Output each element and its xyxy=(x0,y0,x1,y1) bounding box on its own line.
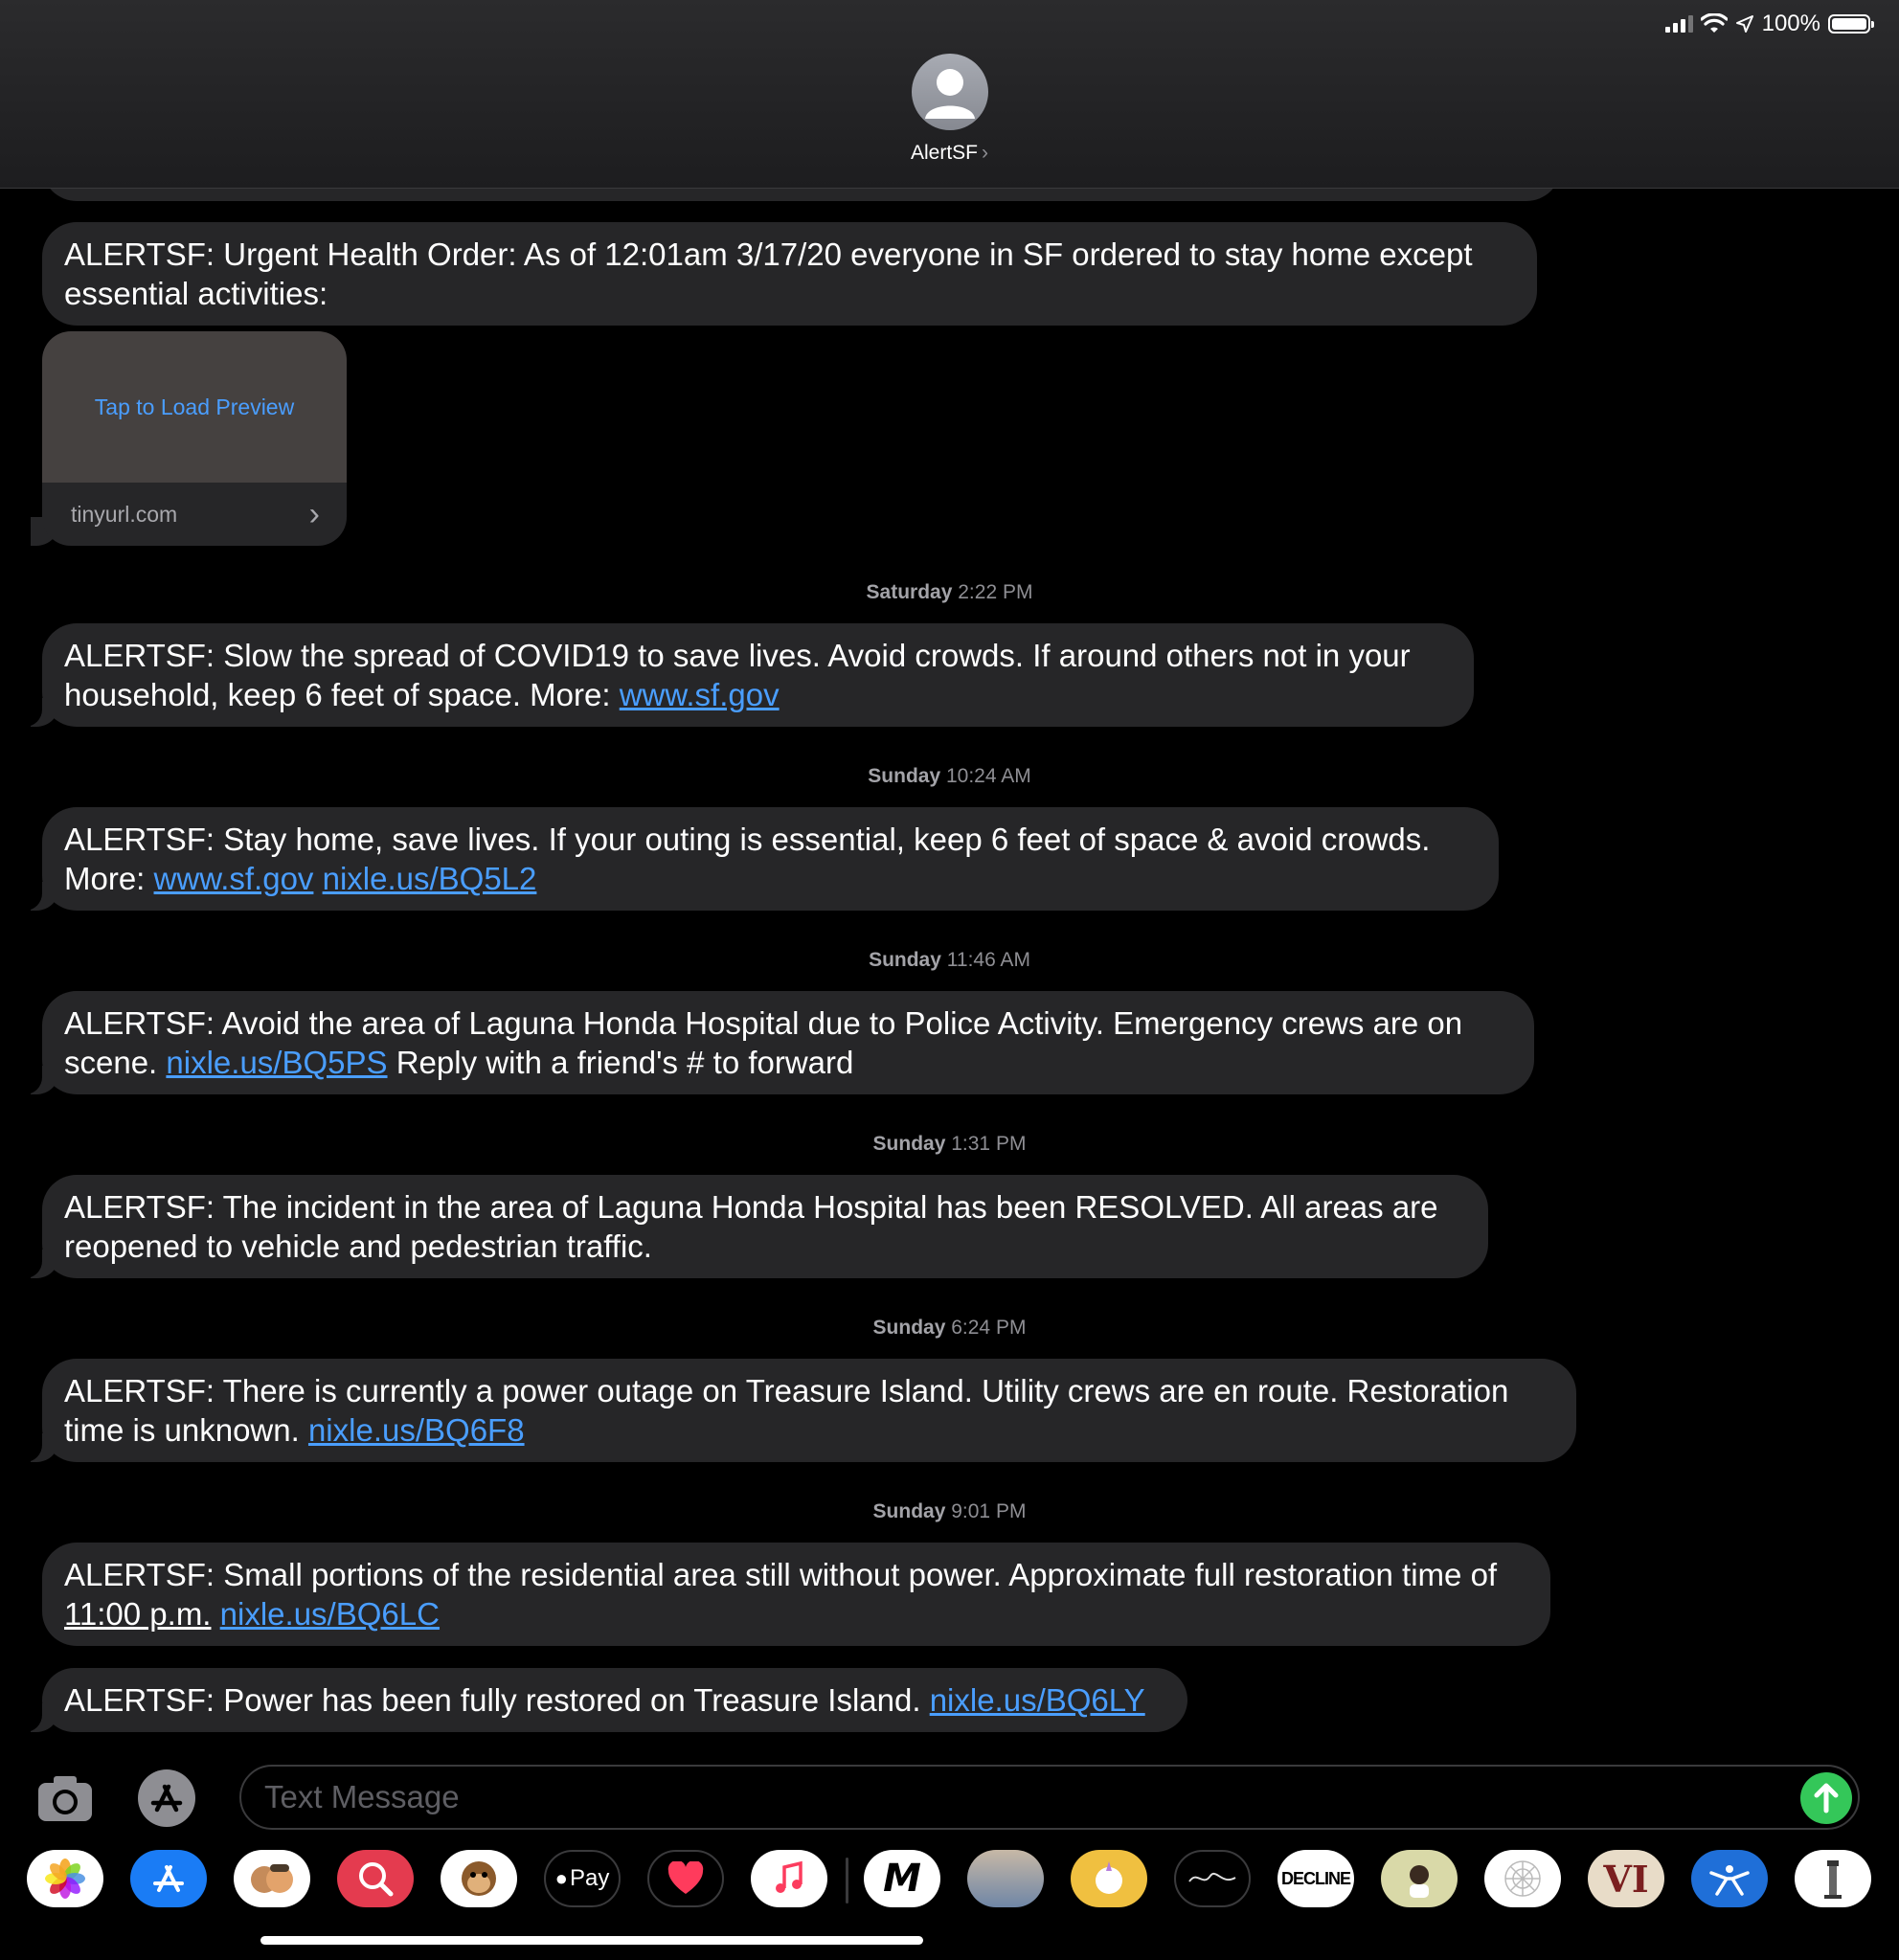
timestamp: Sunday 10:24 AM xyxy=(868,765,1031,787)
timestamp: Sunday 6:24 PM xyxy=(872,1317,1027,1339)
horizon-icon[interactable] xyxy=(967,1850,1044,1907)
memoji-icon[interactable] xyxy=(234,1850,310,1907)
chevron-right-icon: › xyxy=(982,142,988,164)
message-bubble: ALERTSF: Stay home, save lives. If your … xyxy=(17,807,1499,911)
message-text: ALERTSF: Power has been fully restored o… xyxy=(64,1682,930,1718)
apple-pay-icon[interactable]: ● Pay xyxy=(544,1850,621,1907)
music-icon[interactable] xyxy=(751,1850,827,1907)
location-icon xyxy=(1735,15,1753,33)
unicorn-sticker-icon[interactable] xyxy=(1071,1850,1147,1907)
message-bubble: ALERTSF: Avoid the area of Laguna Honda … xyxy=(17,991,1534,1094)
home-indicator[interactable] xyxy=(260,1936,923,1945)
camera-icon xyxy=(38,1776,92,1821)
app-store-icon xyxy=(138,1769,195,1827)
link-preview-card[interactable]: Tap to Load Preview tinyurl.com › xyxy=(31,331,347,546)
message-link[interactable]: nixle.us/BQ6LC xyxy=(220,1596,440,1632)
conversation-header: 100% AlertSF › xyxy=(0,0,1899,189)
preview-domain: tinyurl.com xyxy=(71,502,178,527)
text-message-placeholder: Text Message xyxy=(264,1779,460,1814)
message-bubble: ALERTSF: Urgent Health Order: As of 12:0… xyxy=(42,222,1537,326)
contact-name-button[interactable]: AlertSF › xyxy=(0,142,1899,165)
message-link[interactable]: nixle.us/BQ6F8 xyxy=(308,1412,525,1448)
preview-domain-row[interactable]: tinyurl.com › xyxy=(42,483,347,546)
battery-icon xyxy=(1828,14,1874,34)
battery-percent: 100% xyxy=(1761,11,1820,36)
signal-icon xyxy=(1664,15,1693,33)
message-link[interactable]: nixle.us/BQ5PS xyxy=(166,1045,387,1080)
digital-touch-icon[interactable] xyxy=(647,1850,724,1907)
timestamp: Saturday 2:22 PM xyxy=(866,581,1033,603)
message-link[interactable]: nixle.us/BQ5L2 xyxy=(323,861,537,896)
app-store-button[interactable] xyxy=(136,1768,197,1829)
message-link[interactable]: www.sf.gov xyxy=(154,861,314,896)
wifi-icon xyxy=(1700,13,1728,33)
message-text: ALERTSF: Urgent Health Order: As of 12:0… xyxy=(64,237,1473,311)
timestamp: Sunday 9:01 PM xyxy=(872,1500,1027,1522)
message-text: ALERTSF: Small portions of the residenti… xyxy=(64,1557,1498,1592)
yaaas-sticker-icon[interactable] xyxy=(1381,1850,1458,1907)
send-button[interactable] xyxy=(1800,1772,1852,1824)
message-link[interactable]: www.sf.gov xyxy=(620,677,780,712)
contact-avatar[interactable] xyxy=(912,54,988,130)
message-bubble: ALERTSF: The incident in the area of Lag… xyxy=(17,1175,1488,1278)
timestamp: Sunday 11:46 AM xyxy=(869,949,1030,971)
timestamp: Sunday 1:31 PM xyxy=(872,1133,1027,1155)
message-text: ALERTSF: The incident in the area of Lag… xyxy=(64,1189,1438,1264)
message-bubble: ALERTSF: Power has been fully restored o… xyxy=(17,1668,1187,1732)
status-bar: 100% xyxy=(1664,10,1874,38)
grid-app-icon[interactable] xyxy=(1484,1850,1561,1907)
person-icon xyxy=(925,69,975,119)
camera-button[interactable] xyxy=(34,1768,96,1829)
m-app-icon[interactable]: M xyxy=(864,1850,940,1907)
time-link[interactable]: 11:00 p.m. xyxy=(64,1596,211,1632)
message-text: Reply with a friend's # to forward xyxy=(387,1045,854,1080)
message-text: ALERTSF: There is currently a power outa… xyxy=(64,1373,1509,1448)
web-search-icon[interactable] xyxy=(337,1850,414,1907)
text-message-input[interactable]: Text Message xyxy=(239,1765,1860,1830)
animoji-monkey-icon[interactable] xyxy=(441,1850,517,1907)
tap-to-load-preview[interactable]: Tap to Load Preview xyxy=(42,331,347,483)
chevron-right-icon: › xyxy=(308,496,320,532)
arrow-up-icon xyxy=(1814,1783,1839,1814)
apple-logo-icon: ● xyxy=(554,1866,568,1890)
app-drawer-divider xyxy=(846,1858,848,1904)
dickinson-icon[interactable] xyxy=(1174,1850,1251,1907)
decline-icon[interactable]: DECLINE xyxy=(1277,1850,1354,1907)
app-drawer: ● Pay M DECLINE VI xyxy=(27,1850,1875,1911)
lighthouse-app-icon[interactable] xyxy=(1795,1850,1871,1907)
message-bubble: ALERTSF: There is currently a power outa… xyxy=(17,1359,1576,1462)
app-store-icon[interactable] xyxy=(130,1850,207,1907)
photos-icon[interactable] xyxy=(27,1850,103,1907)
message-link[interactable]: nixle.us/BQ6LY xyxy=(930,1682,1145,1718)
vi-app-icon[interactable]: VI xyxy=(1588,1850,1664,1907)
message-bubble: ALERTSF: Small portions of the residenti… xyxy=(42,1543,1550,1646)
contact-name: AlertSF xyxy=(910,142,978,164)
message-bubble: ALERTSF: Slow the spread of COVID19 to s… xyxy=(17,623,1474,727)
fitness-app-icon[interactable] xyxy=(1691,1850,1768,1907)
